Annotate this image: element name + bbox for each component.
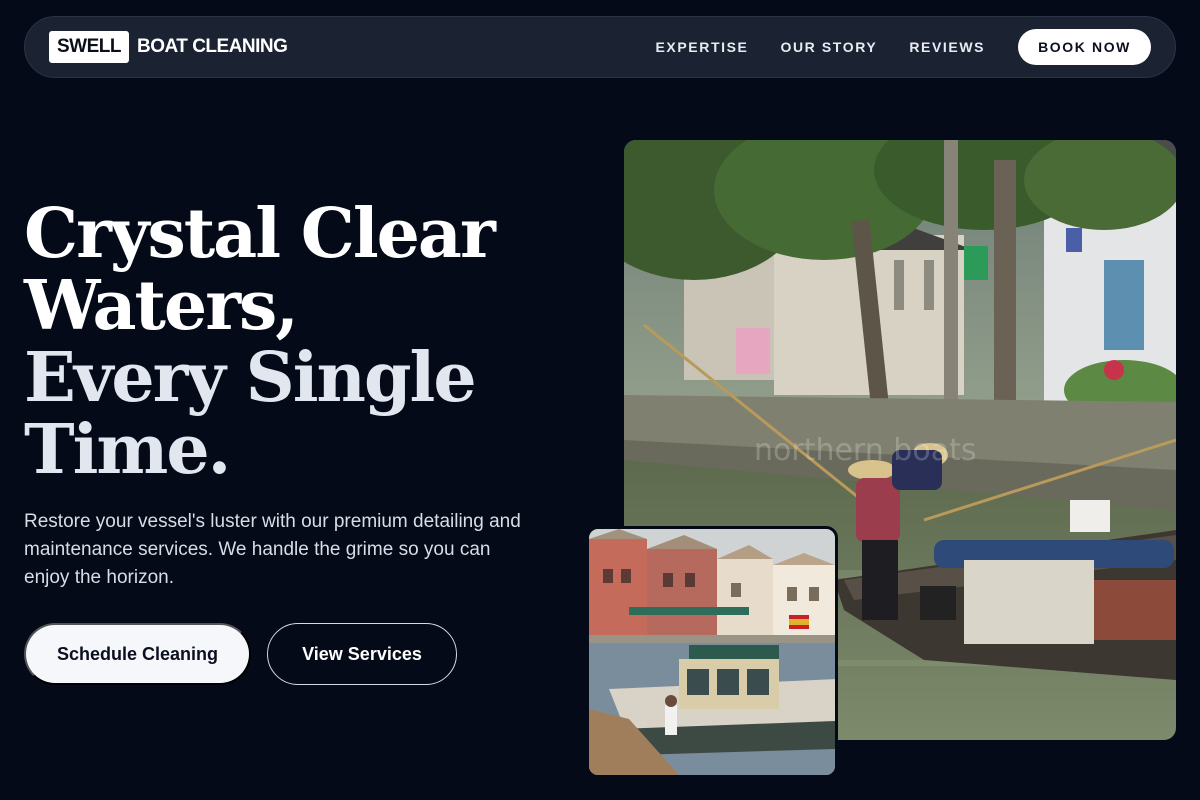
top-navbar: SWELL BOAT CLEANING EXPERTISE OUR STORY … — [24, 16, 1176, 78]
hero-title: Crystal Clear Waters, Every Single Time. — [24, 198, 584, 486]
book-now-button[interactable]: BOOK NOW — [1018, 29, 1151, 65]
hero-title-line-4: Time. — [24, 410, 231, 490]
brand-logo-text: BOAT CLEANING — [137, 36, 288, 57]
schedule-cleaning-button[interactable]: Schedule Cleaning — [24, 623, 251, 685]
hero-title-line-2: Waters, — [24, 266, 299, 346]
brand-logo-box: SWELL — [49, 31, 129, 63]
page: SWELL BOAT CLEANING EXPERTISE OUR STORY … — [0, 0, 1200, 800]
nav-link-our-story[interactable]: OUR STORY — [780, 39, 877, 55]
hero-title-line-3: Every Single — [24, 338, 477, 418]
view-services-button[interactable]: View Services — [267, 623, 457, 685]
hero-photo-harbor — [586, 526, 838, 778]
hero-description: Restore your vessel's luster with our pr… — [24, 511, 521, 588]
brand-logo[interactable]: SWELL BOAT CLEANING — [49, 31, 288, 63]
nav-link-reviews[interactable]: REVIEWS — [909, 39, 985, 55]
nav-link-expertise[interactable]: EXPERTISE — [655, 39, 748, 55]
hero-title-line-1: Crystal Clear — [24, 194, 496, 274]
harbor-illustration — [589, 529, 835, 775]
nav-links: EXPERTISE OUR STORY REVIEWS BOOK NOW — [655, 29, 1151, 65]
large-photo-watermark: northern boats — [754, 433, 976, 468]
